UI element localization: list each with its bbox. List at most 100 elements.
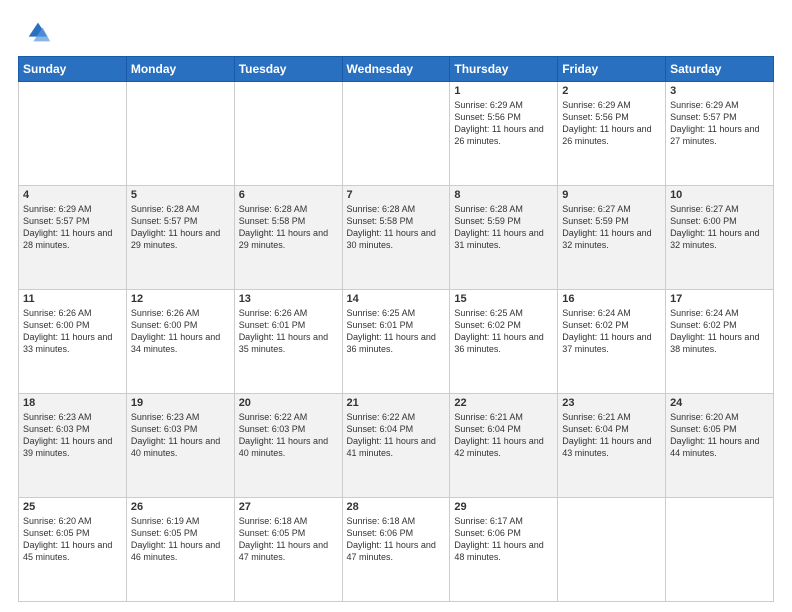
day-info: Sunrise: 6:24 AM Sunset: 6:02 PM Dayligh… <box>562 307 661 356</box>
calendar-cell: 28 Sunrise: 6:18 AM Sunset: 6:06 PM Dayli… <box>342 498 450 602</box>
calendar-cell: 17Sunrise: 6:24 AM Sunset: 6:02 PM Dayli… <box>666 290 774 394</box>
day-info: Sunrise: 6:25 AM Sunset: 6:01 PM Dayligh… <box>347 307 446 356</box>
day-number: 11 <box>23 293 122 305</box>
day-info: Sunrise: 6:18 AM Sunset: 6:05 PM Dayligh… <box>239 515 338 564</box>
day-info: Sunrise: 6:23 AM Sunset: 6:03 PM Dayligh… <box>23 411 122 460</box>
day-number: 4 <box>23 189 122 201</box>
day-number: 2 <box>562 85 661 97</box>
day-info: Sunrise: 6:18 AM Sunset: 6:06 PM Dayligh… <box>347 515 446 564</box>
day-info: Sunrise: 6:20 AM Sunset: 6:05 PM Dayligh… <box>670 411 769 460</box>
day-number: 3 <box>670 85 769 97</box>
day-info: Sunrise: 6:29 AM Sunset: 5:56 PM Dayligh… <box>562 99 661 148</box>
day-info: Sunrise: 6:22 AM Sunset: 6:04 PM Dayligh… <box>347 411 446 460</box>
day-number: 16 <box>562 293 661 305</box>
calendar-cell <box>234 82 342 186</box>
day-number: 28 <box>347 501 446 513</box>
day-number: 6 <box>239 189 338 201</box>
logo <box>18 18 52 46</box>
page: SundayMondayTuesdayWednesdayThursdayFrid… <box>0 0 792 612</box>
calendar-cell: 18 Sunrise: 6:23 AM Sunset: 6:03 PM Dayli… <box>19 394 127 498</box>
calendar-cell: 27 Sunrise: 6:18 AM Sunset: 6:05 PM Dayli… <box>234 498 342 602</box>
logo-icon <box>24 18 52 46</box>
day-number: 20 <box>239 397 338 409</box>
day-info: Sunrise: 6:21 AM Sunset: 6:04 PM Dayligh… <box>454 411 553 460</box>
day-info: Sunrise: 6:26 AM Sunset: 6:01 PM Dayligh… <box>239 307 338 356</box>
day-number: 19 <box>131 397 230 409</box>
day-number: 14 <box>347 293 446 305</box>
calendar-cell: 15Sunrise: 6:25 AM Sunset: 6:02 PM Dayli… <box>450 290 558 394</box>
day-number: 21 <box>347 397 446 409</box>
day-info: Sunrise: 6:28 AM Sunset: 5:59 PM Dayligh… <box>454 203 553 252</box>
day-info: Sunrise: 6:27 AM Sunset: 5:59 PM Dayligh… <box>562 203 661 252</box>
day-info: Sunrise: 6:19 AM Sunset: 6:05 PM Dayligh… <box>131 515 230 564</box>
header <box>18 18 774 46</box>
calendar-cell: 25 Sunrise: 6:20 AM Sunset: 6:05 PM Dayli… <box>19 498 127 602</box>
day-number: 26 <box>131 501 230 513</box>
day-info: Sunrise: 6:23 AM Sunset: 6:03 PM Dayligh… <box>131 411 230 460</box>
calendar-cell: 2 Sunrise: 6:29 AM Sunset: 5:56 PM Daylig… <box>558 82 666 186</box>
calendar-cell: 20Sunrise: 6:22 AM Sunset: 6:03 PM Dayli… <box>234 394 342 498</box>
day-number: 5 <box>131 189 230 201</box>
day-info: Sunrise: 6:28 AM Sunset: 5:57 PM Dayligh… <box>131 203 230 252</box>
day-info: Sunrise: 6:29 AM Sunset: 5:57 PM Dayligh… <box>23 203 122 252</box>
calendar-cell: 24Sunrise: 6:20 AM Sunset: 6:05 PM Dayli… <box>666 394 774 498</box>
weekday-header-row: SundayMondayTuesdayWednesdayThursdayFrid… <box>19 57 774 82</box>
weekday-header-wednesday: Wednesday <box>342 57 450 82</box>
day-info: Sunrise: 6:20 AM Sunset: 6:05 PM Dayligh… <box>23 515 122 564</box>
day-number: 27 <box>239 501 338 513</box>
calendar-table: SundayMondayTuesdayWednesdayThursdayFrid… <box>18 56 774 602</box>
week-row-1: 1 Sunrise: 6:29 AM Sunset: 5:56 PM Daylig… <box>19 82 774 186</box>
day-number: 10 <box>670 189 769 201</box>
calendar-cell: 13 Sunrise: 6:26 AM Sunset: 6:01 PM Dayli… <box>234 290 342 394</box>
calendar-cell: 19 Sunrise: 6:23 AM Sunset: 6:03 PM Dayli… <box>126 394 234 498</box>
day-number: 1 <box>454 85 553 97</box>
week-row-4: 18 Sunrise: 6:23 AM Sunset: 6:03 PM Dayli… <box>19 394 774 498</box>
calendar-cell: 8Sunrise: 6:28 AM Sunset: 5:59 PM Daylig… <box>450 186 558 290</box>
calendar-cell: 21 Sunrise: 6:22 AM Sunset: 6:04 PM Dayli… <box>342 394 450 498</box>
calendar-cell: 9 Sunrise: 6:27 AM Sunset: 5:59 PM Daylig… <box>558 186 666 290</box>
calendar-cell: 12Sunrise: 6:26 AM Sunset: 6:00 PM Dayli… <box>126 290 234 394</box>
day-info: Sunrise: 6:25 AM Sunset: 6:02 PM Dayligh… <box>454 307 553 356</box>
calendar-cell: 14 Sunrise: 6:25 AM Sunset: 6:01 PM Dayli… <box>342 290 450 394</box>
day-info: Sunrise: 6:24 AM Sunset: 6:02 PM Dayligh… <box>670 307 769 356</box>
day-number: 22 <box>454 397 553 409</box>
calendar-cell: 26 Sunrise: 6:19 AM Sunset: 6:05 PM Dayli… <box>126 498 234 602</box>
week-row-5: 25 Sunrise: 6:20 AM Sunset: 6:05 PM Dayli… <box>19 498 774 602</box>
day-number: 23 <box>562 397 661 409</box>
day-number: 25 <box>23 501 122 513</box>
day-info: Sunrise: 6:28 AM Sunset: 5:58 PM Dayligh… <box>347 203 446 252</box>
day-number: 13 <box>239 293 338 305</box>
calendar-cell: 3 Sunrise: 6:29 AM Sunset: 5:57 PM Daylig… <box>666 82 774 186</box>
day-info: Sunrise: 6:29 AM Sunset: 5:57 PM Dayligh… <box>670 99 769 148</box>
week-row-3: 11 Sunrise: 6:26 AM Sunset: 6:00 PM Dayli… <box>19 290 774 394</box>
weekday-header-saturday: Saturday <box>666 57 774 82</box>
day-number: 18 <box>23 397 122 409</box>
calendar-cell <box>342 82 450 186</box>
calendar-cell: 5 Sunrise: 6:28 AM Sunset: 5:57 PM Daylig… <box>126 186 234 290</box>
day-info: Sunrise: 6:21 AM Sunset: 6:04 PM Dayligh… <box>562 411 661 460</box>
calendar-cell: 6 Sunrise: 6:28 AM Sunset: 5:58 PM Daylig… <box>234 186 342 290</box>
calendar-cell <box>126 82 234 186</box>
weekday-header-friday: Friday <box>558 57 666 82</box>
day-number: 9 <box>562 189 661 201</box>
calendar-cell: 4 Sunrise: 6:29 AM Sunset: 5:57 PM Daylig… <box>19 186 127 290</box>
calendar-cell: 29 Sunrise: 6:17 AM Sunset: 6:06 PM Dayli… <box>450 498 558 602</box>
calendar-cell: 10Sunrise: 6:27 AM Sunset: 6:00 PM Dayli… <box>666 186 774 290</box>
day-info: Sunrise: 6:17 AM Sunset: 6:06 PM Dayligh… <box>454 515 553 564</box>
calendar-cell: 1Sunrise: 6:29 AM Sunset: 5:56 PM Daylig… <box>450 82 558 186</box>
day-number: 29 <box>454 501 553 513</box>
calendar-cell <box>666 498 774 602</box>
day-info: Sunrise: 6:26 AM Sunset: 6:00 PM Dayligh… <box>23 307 122 356</box>
day-info: Sunrise: 6:28 AM Sunset: 5:58 PM Dayligh… <box>239 203 338 252</box>
calendar-cell: 7 Sunrise: 6:28 AM Sunset: 5:58 PM Daylig… <box>342 186 450 290</box>
day-number: 7 <box>347 189 446 201</box>
weekday-header-thursday: Thursday <box>450 57 558 82</box>
calendar-cell <box>19 82 127 186</box>
calendar-cell: 23 Sunrise: 6:21 AM Sunset: 6:04 PM Dayli… <box>558 394 666 498</box>
calendar-cell: 16 Sunrise: 6:24 AM Sunset: 6:02 PM Dayli… <box>558 290 666 394</box>
weekday-header-tuesday: Tuesday <box>234 57 342 82</box>
week-row-2: 4 Sunrise: 6:29 AM Sunset: 5:57 PM Daylig… <box>19 186 774 290</box>
weekday-header-sunday: Sunday <box>19 57 127 82</box>
calendar-cell: 22 Sunrise: 6:21 AM Sunset: 6:04 PM Dayli… <box>450 394 558 498</box>
day-number: 12 <box>131 293 230 305</box>
